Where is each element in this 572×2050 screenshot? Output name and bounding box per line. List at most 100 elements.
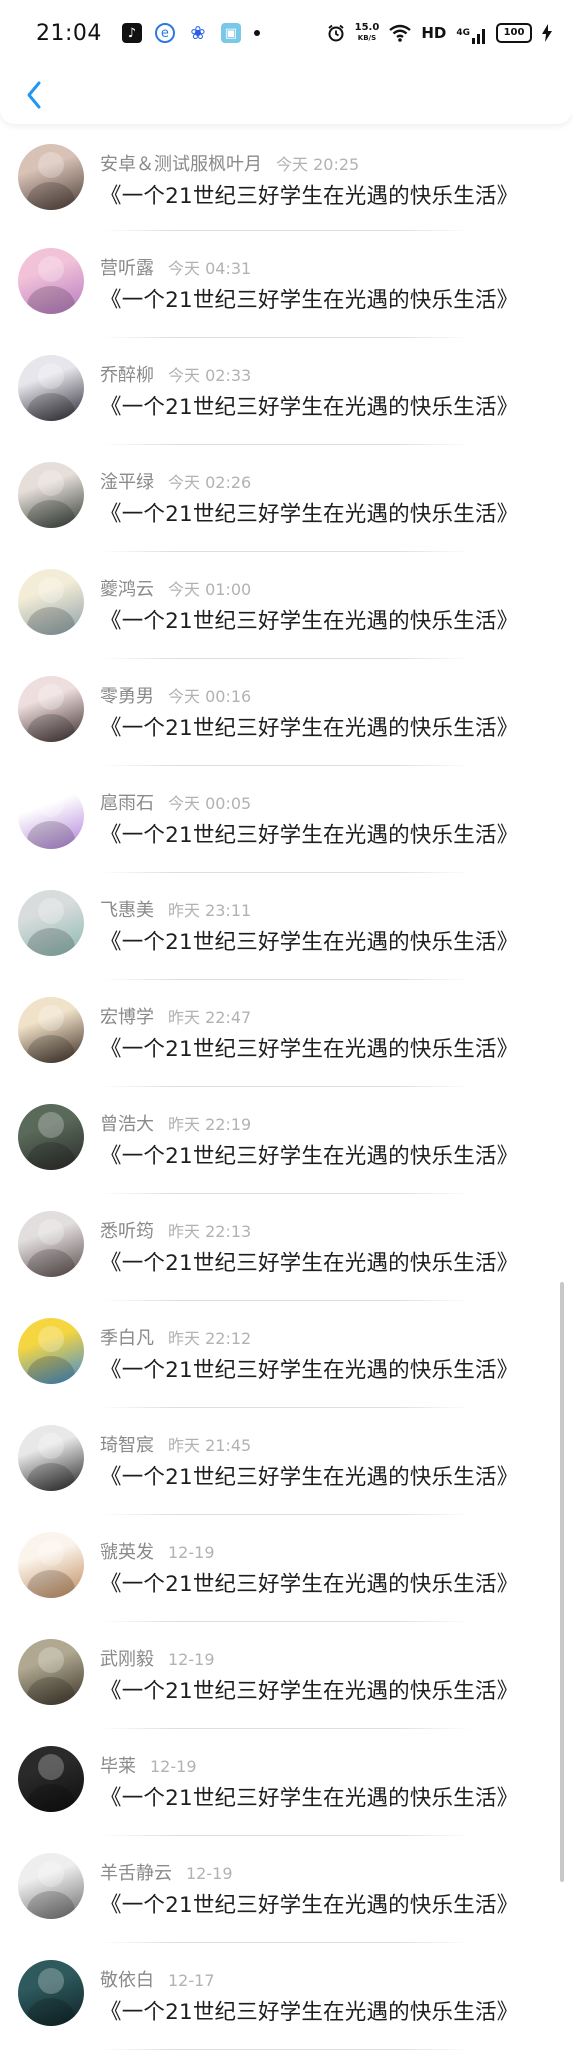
chevron-left-icon: [27, 81, 41, 109]
comment-item[interactable]: 飞惠美 昨天 23:11 《一个21世纪三好学生在光遇的快乐生活》: [0, 873, 572, 980]
comment-time: 昨天 22:47: [168, 1008, 252, 1027]
comment-item[interactable]: 敬依白 12-17 《一个21世纪三好学生在光遇的快乐生活》: [0, 1943, 572, 2050]
avatar[interactable]: [18, 890, 84, 956]
commenter-name[interactable]: 武刚毅: [100, 1649, 154, 1670]
back-button[interactable]: [14, 72, 54, 118]
comment-item[interactable]: 琦智宸 昨天 21:45 《一个21世纪三好学生在光遇的快乐生活》: [0, 1408, 572, 1515]
avatar[interactable]: [18, 569, 84, 635]
comment-text: 《一个21世纪三好学生在光遇的快乐生活》: [100, 1144, 519, 1169]
avatar[interactable]: [18, 997, 84, 1063]
comment-time: 今天 02:26: [168, 473, 252, 492]
comment-text: 《一个21世纪三好学生在光遇的快乐生活》: [100, 502, 519, 527]
avatar[interactable]: [18, 1211, 84, 1277]
status-left: 21:04 ♪ e ❀ ▣: [36, 21, 260, 46]
status-time: 21:04: [36, 20, 102, 46]
tiktok-icon: ♪: [121, 23, 142, 43]
comment-item[interactable]: 毕莱 12-19 《一个21世纪三好学生在光遇的快乐生活》: [0, 1729, 572, 1836]
avatar[interactable]: [18, 1425, 84, 1491]
comment-text: 《一个21世纪三好学生在光遇的快乐生活》: [100, 1893, 519, 1918]
comment-item[interactable]: 悉听筠 昨天 22:13 《一个21世纪三好学生在光遇的快乐生活》: [0, 1194, 572, 1301]
comment-text: 《一个21世纪三好学生在光遇的快乐生活》: [100, 1572, 519, 1597]
status-bar: 21:04 ♪ e ❀ ▣ 15.0 KB/S HD 4G 100: [0, 0, 572, 66]
comment-meta: 安卓＆测试服枫叶月 今天 20:25: [100, 150, 359, 176]
commenter-name[interactable]: 宏博学: [100, 1007, 154, 1028]
comment-time: 今天 01:00: [168, 580, 252, 599]
avatar[interactable]: [18, 1746, 84, 1812]
commenter-name[interactable]: 扈雨石: [100, 793, 154, 814]
comment-item[interactable]: 乔醉柳 今天 02:33 《一个21世纪三好学生在光遇的快乐生活》: [0, 338, 572, 445]
commenter-name[interactable]: 乔醉柳: [100, 365, 154, 386]
comment-time: 12-19: [168, 1650, 215, 1669]
comment-meta: 虢英发 12-19: [100, 1538, 215, 1564]
network-speed-value: 15.0: [354, 22, 380, 33]
commenter-name[interactable]: 安卓＆测试服枫叶月: [100, 154, 262, 175]
charging-bolt-icon: [542, 24, 552, 42]
comment-item[interactable]: 宏博学 昨天 22:47 《一个21世纪三好学生在光遇的快乐生活》: [0, 980, 572, 1087]
comment-text: 《一个21世纪三好学生在光遇的快乐生活》: [100, 1465, 519, 1490]
comment-item[interactable]: 武刚毅 12-19 《一个21世纪三好学生在光遇的快乐生活》: [0, 1622, 572, 1729]
commenter-name[interactable]: 季白凡: [100, 1328, 154, 1349]
comment-time: 12-19: [186, 1864, 233, 1883]
comment-item[interactable]: 季白凡 昨天 22:12 《一个21世纪三好学生在光遇的快乐生活》: [0, 1301, 572, 1408]
comment-time: 今天 02:33: [168, 366, 252, 385]
comment-item[interactable]: 羊舌静云 12-19 《一个21世纪三好学生在光遇的快乐生活》: [0, 1836, 572, 1943]
commenter-name[interactable]: 曾浩大: [100, 1114, 154, 1135]
comment-item[interactable]: 淦平绿 今天 02:26 《一个21世纪三好学生在光遇的快乐生活》: [0, 445, 572, 552]
avatar[interactable]: [18, 144, 84, 210]
comment-time: 昨天 22:12: [168, 1329, 252, 1348]
commenter-name[interactable]: 淦平绿: [100, 472, 154, 493]
cellular-signal: 4G: [456, 28, 486, 44]
commenter-name[interactable]: 零勇男: [100, 686, 154, 707]
commenter-name[interactable]: 夔鸿云: [100, 579, 154, 600]
avatar[interactable]: [18, 355, 84, 421]
avatar[interactable]: [18, 1960, 84, 2026]
comment-meta: 羊舌静云 12-19: [100, 1859, 233, 1885]
comment-item[interactable]: 零勇男 今天 00:16 《一个21世纪三好学生在光遇的快乐生活》: [0, 659, 572, 766]
comment-time: 12-19: [168, 1543, 215, 1562]
comment-meta: 乔醉柳 今天 02:33: [100, 361, 251, 387]
avatar[interactable]: [18, 462, 84, 528]
wifi-icon: [389, 24, 412, 42]
avatar[interactable]: [18, 676, 84, 742]
comment-item[interactable]: 曾浩大 昨天 22:19 《一个21世纪三好学生在光遇的快乐生活》: [0, 1087, 572, 1194]
baidu-paw-icon: ❀: [187, 23, 208, 44]
comment-meta: 淦平绿 今天 02:26: [100, 468, 251, 494]
commenter-name[interactable]: 飞惠美: [100, 900, 154, 921]
comment-item[interactable]: 安卓＆测试服枫叶月 今天 20:25 《一个21世纪三好学生在光遇的快乐生活》: [0, 124, 572, 231]
comment-meta: 夔鸿云 今天 01:00: [100, 575, 251, 601]
commenter-name[interactable]: 虢英发: [100, 1542, 154, 1563]
comment-time: 昨天 21:45: [168, 1436, 252, 1455]
avatar[interactable]: [18, 1318, 84, 1384]
commenter-name[interactable]: 琦智宸: [100, 1435, 154, 1456]
avatar[interactable]: [18, 783, 84, 849]
avatar[interactable]: [18, 1853, 84, 1919]
comment-item[interactable]: 虢英发 12-19 《一个21世纪三好学生在光遇的快乐生活》: [0, 1515, 572, 1622]
network-speed-unit: KB/S: [357, 34, 377, 42]
commenter-name[interactable]: 悉听筠: [100, 1221, 154, 1242]
comment-meta: 曾浩大 昨天 22:19: [100, 1110, 251, 1136]
commenter-name[interactable]: 羊舌静云: [100, 1863, 172, 1884]
avatar[interactable]: [18, 248, 84, 314]
comment-item[interactable]: 扈雨石 今天 00:05 《一个21世纪三好学生在光遇的快乐生活》: [0, 766, 572, 873]
commenter-name[interactable]: 敬依白: [100, 1970, 154, 1991]
comment-item[interactable]: 夔鸿云 今天 01:00 《一个21世纪三好学生在光遇的快乐生活》: [0, 552, 572, 659]
comment-meta: 零勇男 今天 00:16: [100, 682, 251, 708]
commenter-name[interactable]: 毕莱: [100, 1756, 136, 1777]
comment-time: 12-19: [150, 1757, 197, 1776]
avatar[interactable]: [18, 1104, 84, 1170]
comment-text: 《一个21世纪三好学生在光遇的快乐生活》: [100, 1786, 519, 1811]
avatar[interactable]: [18, 1639, 84, 1705]
nav-bar: [0, 66, 572, 124]
avatar[interactable]: [18, 1532, 84, 1598]
app-notification-icon: e: [154, 23, 175, 43]
comment-time: 今天 04:31: [168, 259, 252, 278]
comment-time: 今天 20:25: [276, 155, 360, 174]
comment-time: 昨天 23:11: [168, 901, 252, 920]
commenter-name[interactable]: 营听露: [100, 258, 154, 279]
comment-time: 昨天 22:13: [168, 1222, 252, 1241]
alarm-icon: [328, 24, 344, 42]
comment-text: 《一个21世纪三好学生在光遇的快乐生活》: [100, 609, 519, 634]
comment-text: 《一个21世纪三好学生在光遇的快乐生活》: [100, 1251, 519, 1276]
comment-item[interactable]: 营听露 今天 04:31 《一个21世纪三好学生在光遇的快乐生活》: [0, 231, 572, 338]
scrollbar[interactable]: [560, 1282, 564, 1882]
